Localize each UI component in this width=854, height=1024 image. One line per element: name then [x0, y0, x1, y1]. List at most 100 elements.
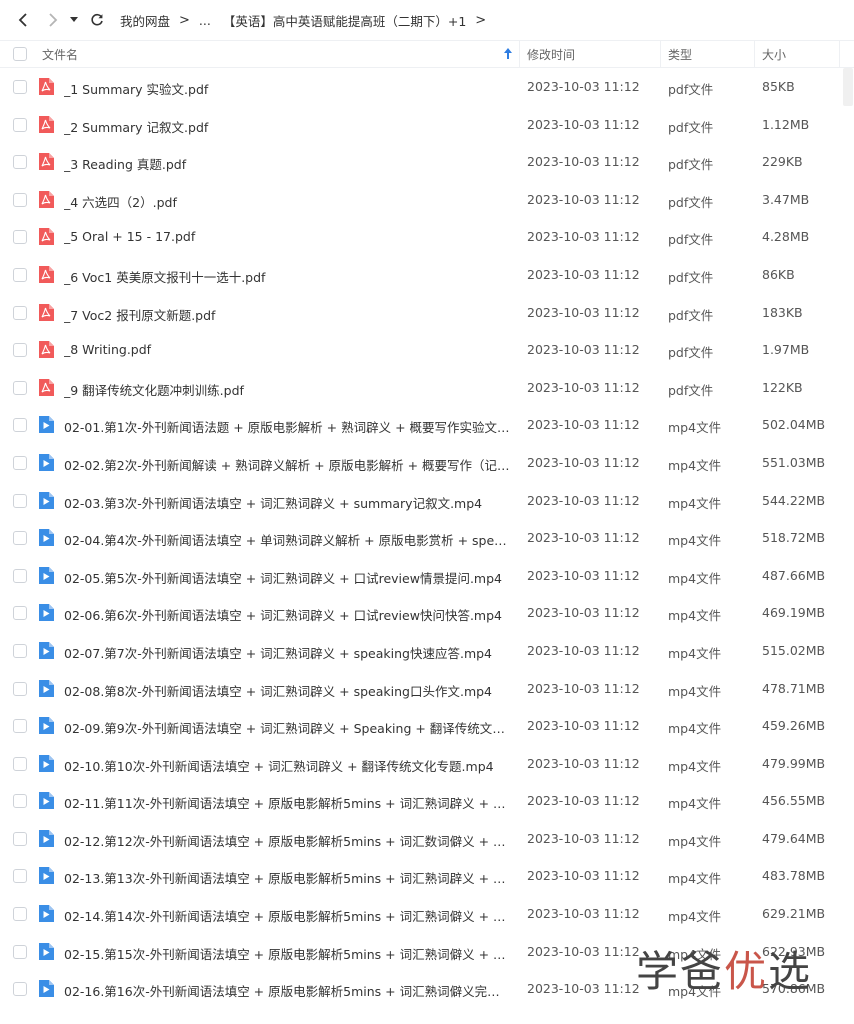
row-checkbox[interactable] [13, 380, 27, 395]
file-size: 4.28MB [762, 229, 810, 245]
file-name: 02-13.第13次-外刊新闻语法填空 + 原版电影解析5mins + 词汇熟词… [64, 871, 510, 887]
file-row[interactable]: 02-08.第8次-外刊新闻语法填空 + 词汇熟词辟义 + speaking口头… [0, 670, 854, 708]
file-row[interactable]: _9 翻译传统文化题冲刺训练.pdf 2023-10-03 11:12 pdf文件 1… [0, 369, 854, 407]
file-type: pdf文件 [668, 119, 714, 135]
column-divider[interactable] [839, 41, 840, 67]
history-dropdown-button[interactable] [66, 7, 82, 33]
sort-ascending-icon[interactable] [504, 48, 512, 62]
file-row[interactable]: 02-13.第13次-外刊新闻语法填空 + 原版电影解析5mins + 词汇熟词… [0, 857, 854, 895]
file-size: 229KB [762, 154, 803, 170]
breadcrumb-ellipsis[interactable]: ... [199, 13, 211, 28]
file-row[interactable]: 02-06.第6次-外刊新闻语法填空 + 词汇熟词辟义 + 口试review快问… [0, 594, 854, 632]
row-checkbox[interactable] [13, 568, 27, 583]
file-modified-time: 2023-10-03 11:12 [527, 492, 640, 508]
refresh-button[interactable] [84, 7, 110, 33]
row-checkbox[interactable] [13, 681, 27, 696]
row-checkbox[interactable] [13, 80, 27, 94]
file-size: 544.22MB [762, 492, 826, 508]
row-checkbox[interactable] [13, 418, 27, 433]
row-checkbox[interactable] [13, 831, 27, 846]
file-name: 02-10.第10次-外刊新闻语法填空 + 词汇熟词辟义 + 翻译传统文化专题.… [64, 758, 494, 774]
row-checkbox[interactable] [13, 531, 27, 546]
file-row[interactable]: 02-14.第14次-外刊新闻语法填空 + 原版电影解析5mins + 词汇熟词… [0, 895, 854, 933]
row-checkbox[interactable] [13, 907, 27, 922]
row-checkbox[interactable] [13, 982, 27, 997]
select-all-checkbox[interactable] [13, 47, 27, 61]
file-row[interactable]: _4 六选四（2）.pdf 2023-10-03 11:12 pdf文件 3.47MB [0, 181, 854, 219]
row-checkbox[interactable] [13, 606, 27, 621]
file-type: mp4文件 [668, 645, 722, 661]
row-checkbox[interactable] [13, 230, 27, 245]
row-checkbox[interactable] [13, 493, 27, 508]
scrollbar[interactable] [840, 68, 854, 1024]
file-name: 02-09.第9次-外刊新闻语法填空 + 词汇熟词辟义 + Speaking +… [64, 721, 510, 737]
file-modified-time: 2023-10-03 11:12 [527, 454, 640, 470]
file-row[interactable]: 02-11.第11次-外刊新闻语法填空 + 原版电影解析5mins + 词汇熟词… [0, 782, 854, 820]
row-checkbox[interactable] [13, 944, 27, 959]
file-size: 1.12MB [762, 116, 810, 132]
file-name: _3 Reading 真题.pdf [64, 157, 187, 173]
row-checkbox[interactable] [13, 869, 27, 884]
file-row[interactable]: _5 Oral + 15 - 17.pdf 2023-10-03 11:12 pdf… [0, 218, 854, 256]
video-file-icon [38, 491, 54, 509]
file-size: 479.64MB [762, 830, 826, 846]
file-modified-time: 2023-10-03 11:12 [527, 154, 640, 170]
row-checkbox[interactable] [13, 794, 27, 809]
file-row[interactable]: _6 Voc1 英美原文报刊十一选十.pdf 2023-10-03 11:12 pd… [0, 256, 854, 294]
row-checkbox[interactable] [13, 719, 27, 734]
column-header-name[interactable]: 文件名 [42, 46, 78, 63]
video-file-icon [38, 942, 54, 960]
breadcrumb-current[interactable]: 【英语】高中英语赋能提高班（二期下）+1 [223, 11, 466, 30]
file-row[interactable]: 02-09.第9次-外刊新闻语法填空 + 词汇熟词辟义 + Speaking +… [0, 707, 854, 745]
column-divider[interactable] [754, 41, 755, 67]
file-row[interactable]: 02-05.第5次-外刊新闻语法填空 + 词汇熟词辟义 + 口试review情景… [0, 557, 854, 595]
file-row[interactable]: _8 Writing.pdf 2023-10-03 11:12 pdf文件 1.97M… [0, 331, 854, 369]
toolbar: 我的网盘 > ... 【英语】高中英语赋能提高班（二期下）+1 > [0, 0, 854, 40]
file-name: _5 Oral + 15 - 17.pdf [64, 229, 196, 245]
row-checkbox[interactable] [13, 756, 27, 771]
forward-button[interactable] [40, 7, 66, 33]
file-type: pdf文件 [668, 269, 714, 285]
column-header-time[interactable]: 修改时间 [527, 46, 575, 63]
file-row[interactable]: 02-02.第2次-外刊新闻解读 + 熟词辟义解析 + 原版电影解析 + 概要写… [0, 444, 854, 482]
column-header-type[interactable]: 类型 [668, 46, 692, 63]
file-type: pdf文件 [668, 82, 714, 97]
back-button[interactable] [10, 7, 36, 33]
file-row[interactable]: _1 Summary 实验文.pdf 2023-10-03 11:12 pdf文件 8… [0, 68, 854, 106]
video-file-icon [38, 566, 54, 584]
file-list: _1 Summary 实验文.pdf 2023-10-03 11:12 pdf文件 8… [0, 68, 854, 1008]
breadcrumb-separator-icon: > [475, 12, 487, 28]
file-size: 515.02MB [762, 642, 826, 658]
file-row[interactable]: 02-12.第12次-外刊新闻语法填空 + 原版电影解析5mins + 词汇数词… [0, 820, 854, 858]
file-row[interactable]: _3 Reading 真题.pdf 2023-10-03 11:12 pdf文件 22… [0, 143, 854, 181]
file-row[interactable]: 02-07.第7次-外刊新闻语法填空 + 词汇熟词辟义 + speaking快速… [0, 632, 854, 670]
column-header-size[interactable]: 大小 [762, 46, 786, 63]
file-modified-time: 2023-10-03 11:12 [527, 79, 640, 94]
file-name: 02-04.第4次-外刊新闻语法填空 + 单词熟词辟义解析 + 原版电影赏析 +… [64, 533, 510, 549]
scrollbar-thumb[interactable] [843, 68, 853, 106]
pdf-file-icon [38, 265, 54, 283]
breadcrumb-root[interactable]: 我的网盘 [120, 11, 170, 30]
row-checkbox[interactable] [13, 155, 27, 170]
pdf-file-icon [38, 190, 54, 208]
row-checkbox[interactable] [13, 305, 27, 320]
file-modified-time: 2023-10-03 11:12 [527, 755, 640, 771]
video-file-icon [38, 416, 54, 434]
row-checkbox[interactable] [13, 192, 27, 207]
file-size: 122KB [762, 379, 803, 395]
file-type: mp4文件 [668, 683, 722, 699]
row-checkbox[interactable] [13, 643, 27, 658]
file-type: pdf文件 [668, 232, 714, 248]
file-row[interactable]: _7 Voc2 报刊原文新题.pdf 2023-10-03 11:12 pdf文件 1… [0, 294, 854, 332]
row-checkbox[interactable] [13, 343, 27, 358]
column-divider[interactable] [519, 41, 520, 67]
file-row[interactable]: 02-01.第1次-外刊新闻语法题 + 原版电影解析 + 熟词辟义 + 概要写作… [0, 406, 854, 444]
row-checkbox[interactable] [13, 455, 27, 470]
row-checkbox[interactable] [13, 117, 27, 132]
file-row[interactable]: 02-03.第3次-外刊新闻语法填空 + 词汇熟词辟义 + summary记叙文… [0, 482, 854, 520]
file-row[interactable]: _2 Summary 记叙文.pdf 2023-10-03 11:12 pdf文件 1… [0, 106, 854, 144]
row-checkbox[interactable] [13, 267, 27, 282]
column-divider[interactable] [660, 41, 661, 67]
file-row[interactable]: 02-10.第10次-外刊新闻语法填空 + 词汇熟词辟义 + 翻译传统文化专题.… [0, 745, 854, 783]
file-row[interactable]: 02-04.第4次-外刊新闻语法填空 + 单词熟词辟义解析 + 原版电影赏析 +… [0, 519, 854, 557]
